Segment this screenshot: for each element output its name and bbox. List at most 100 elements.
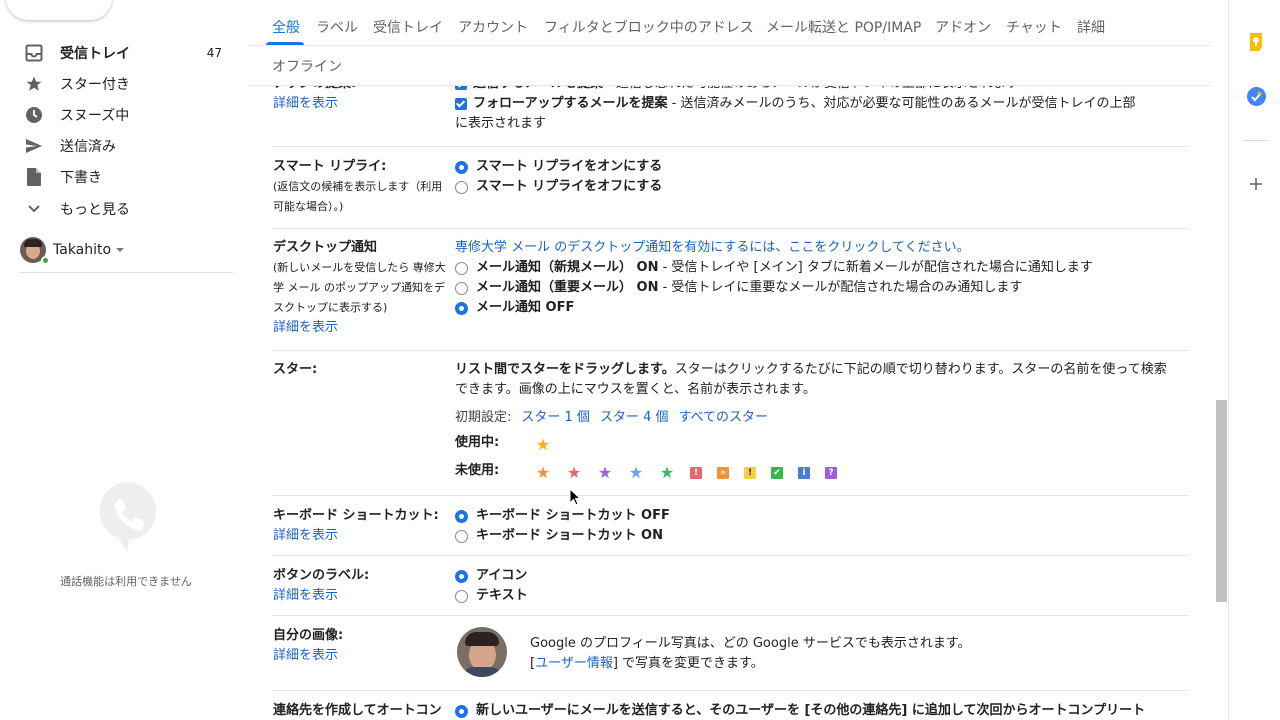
radio-selected[interactable] [455,510,468,523]
setting-keyboard-shortcuts: キーボード ショートカット: 詳細を表示 キーボード ショートカット OFF キ… [272,495,1188,556]
option-desc-cont: に表示されます [455,116,547,131]
tab-inbox[interactable]: 受信トレイ [373,17,443,37]
tab-general[interactable]: 全般 [272,17,300,37]
tab-advanced[interactable]: 詳細 [1077,17,1105,37]
setting-label: スター: [273,362,318,377]
radio-selected[interactable] [455,570,468,583]
checkbox-checked[interactable] [455,98,467,110]
preset-one-star[interactable]: スター 1 個 [521,408,590,428]
settings-main: 全般 ラベル 受信トレイ アカウント フィルタとブロック中のアドレス メール転送… [248,0,1211,720]
option-title: テキスト [476,588,528,603]
button-labels-icons-option[interactable]: アイコン [455,566,1190,586]
details-link[interactable]: 詳細を表示 [273,646,453,666]
yellow-star-icon[interactable]: ★ [535,437,551,453]
setting-label: 連絡先を作成してオートコン [273,703,442,718]
tab-labels[interactable]: ラベル [316,17,358,37]
settings-tabs: 全般 ラベル 受信トレイ アカウント フィルタとブロック中のアドレス メール転送… [248,0,1211,86]
nudge-followup-option[interactable]: フォローアップするメールを提案 - 送信済みメールのうち、対応が必要な可能性のあ… [455,94,1190,114]
sidebar-item-label: 送信済み [60,138,116,155]
caret-down-icon[interactable] [116,248,125,252]
orange-guillemet-icon[interactable]: » [717,467,729,479]
button-labels-text-option[interactable]: テキスト [455,586,1190,606]
tab-addons[interactable]: アドオン [935,17,991,37]
blue-info-icon[interactable]: i [798,467,810,479]
compose-button[interactable]: 作成 [6,0,112,20]
green-star-icon[interactable]: ★ [659,465,675,481]
details-link[interactable]: 詳細を表示 [273,318,453,338]
setting-label: キーボード ショートカット: [273,508,439,523]
radio-selected[interactable] [455,302,468,315]
radio-unselected[interactable] [455,181,468,194]
red-bang-icon[interactable]: ! [690,467,702,479]
phone-icon [98,482,156,552]
unused-label: 未使用: [455,463,500,478]
sidebar-item-more[interactable]: もっと見る [0,193,248,224]
tasks-icon[interactable] [1247,87,1266,106]
setting-smart-reply: スマート リプライ: (返信文の候補を表示します（利用可能な場合）。) スマート… [272,146,1188,228]
blue-star-icon[interactable]: ★ [628,465,644,481]
preset-four-stars[interactable]: スター 4 個 [600,408,669,428]
divider [20,272,233,273]
stars-unused-row: 未使用: ★ ★ ★ ★ ★! »! ✔ i? [455,461,1175,481]
sidebar-item-drafts[interactable]: 下書き [0,161,248,192]
sidebar-item-sent[interactable]: 送信済み [0,130,248,161]
star-icon [24,74,44,94]
yellow-bang-icon[interactable]: ! [744,467,756,479]
details-link[interactable]: 詳細を表示 [273,526,453,546]
radio-unselected[interactable] [455,590,468,603]
setting-desktop-notifications: デスクトップ通知 (新しいメールを受信したら 専修大学 メール のポップアップ通… [272,228,1188,350]
plus-icon [26,0,48,4]
enable-desktop-notifications-link[interactable]: 専修大学 メール のデスクトップ通知を有効にするには、ここをクリックしてください… [455,238,1190,258]
sidebar-item-snoozed[interactable]: スヌーズ中 [0,99,248,130]
profile-picture[interactable] [457,627,507,677]
scrollbar-thumb[interactable] [1216,400,1227,602]
preset-all-stars[interactable]: すべてのスター [678,408,768,428]
setting-sublabel: (新しいメールを受信したら 専修大学 メール のポップアップ通知をデスクトップに… [273,261,446,314]
tab-forwarding[interactable]: メール転送と POP/IMAP [766,17,921,37]
add-addon-icon[interactable] [1249,177,1263,191]
sidebar-item-label: 受信トレイ [60,45,130,62]
details-link[interactable]: 詳細を表示 [273,586,453,606]
purple-question-icon[interactable]: ? [825,467,837,479]
notify-new-mail-option[interactable]: メール通知（新規メール） ON - 受信トレイや [メイン] タブに新着メールが… [455,258,1190,278]
smart-reply-off-option[interactable]: スマート リプライをオフにする [455,177,1190,197]
notify-off-option[interactable]: メール通知 OFF [455,298,1190,318]
radio-unselected[interactable] [455,530,468,543]
setting-label: スマート リプライ: [273,159,387,174]
option-title: スマート リプライをオンにする [476,159,663,174]
tab-chat[interactable]: チャット [1006,17,1062,37]
left-sidebar: 作成 受信トレイ 47 スター付き スヌーズ中 送信済み 下書き [0,0,248,720]
keep-icon[interactable] [1248,33,1264,51]
option-title: スマート リプライをオフにする [476,179,663,194]
send-icon [24,136,44,156]
tab-offline[interactable]: オフライン [272,56,342,76]
radio-unselected[interactable] [455,262,468,275]
radio-selected[interactable] [455,705,468,718]
setting-my-picture: 自分の画像: 詳細を表示 Google のプロフィール写真は、どの Google… [272,615,1188,691]
tab-accounts[interactable]: アカウント [458,17,528,37]
green-check-icon[interactable]: ✔ [771,467,783,479]
contacts-auto-add-option[interactable]: 新しいユーザーにメールを送信すると、そのユーザーを [その他の連絡先] に追加し… [455,701,1190,720]
radio-selected[interactable] [455,161,468,174]
about-me-link[interactable]: ユーザー情報 [535,656,613,671]
sidebar-item-inbox[interactable]: 受信トレイ 47 [0,37,248,68]
sidebar-item-label: 下書き [60,169,102,186]
red-star-icon[interactable]: ★ [566,465,582,481]
chat-account[interactable]: Takahito [20,236,125,265]
shortcuts-off-option[interactable]: キーボード ショートカット OFF [455,506,1190,526]
online-status-dot [41,256,50,265]
smart-reply-on-option[interactable]: スマート リプライをオンにする [455,157,1190,177]
clock-icon [24,105,44,125]
shortcuts-on-option[interactable]: キーボード ショートカット ON [455,526,1190,546]
purple-star-icon[interactable]: ★ [597,465,613,481]
option-desc: - 受信トレイに重要なメールが配信された場合のみ通知します [658,280,1023,295]
tab-filters[interactable]: フィルタとブロック中のアドレス [544,17,754,37]
sidebar-item-label: スヌーズ中 [60,107,130,124]
radio-unselected[interactable] [455,282,468,295]
orange-star-icon[interactable]: ★ [535,465,551,481]
details-link[interactable]: 詳細を表示 [273,94,453,114]
picture-line1: Google のプロフィール写真は、どの Google サービスでも表示されます… [530,636,971,651]
notify-important-mail-option[interactable]: メール通知（重要メール） ON - 受信トレイに重要なメールが配信された場合のみ… [455,278,1190,298]
sidebar-item-starred[interactable]: スター付き [0,68,248,99]
option-title: キーボード ショートカット OFF [476,508,670,523]
